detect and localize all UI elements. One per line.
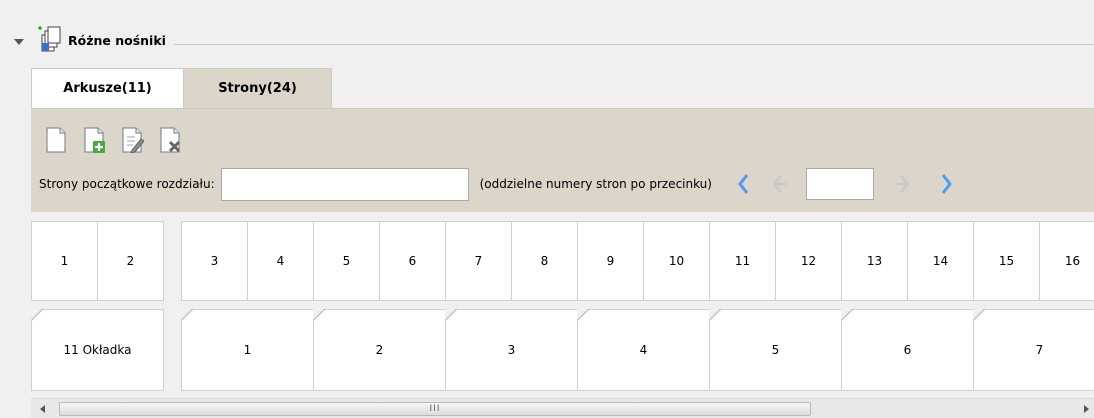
chapter-start-row: Strony początkowe rozdziału: (oddzielne … (39, 167, 958, 201)
first-page-button[interactable] (732, 169, 756, 199)
tab-bar: Arkusze(11) Strony(24) (31, 68, 332, 108)
header-divider (173, 43, 1094, 45)
arrow-right-icon (895, 175, 910, 193)
page-cell[interactable]: 1 (31, 221, 98, 301)
toolbar-panel: Strony początkowe rozdziału: (oddzielne … (31, 108, 1094, 212)
sheet-label: 6 (903, 343, 912, 357)
sheet-cell[interactable]: 5 (709, 309, 842, 391)
sheet-label: 2 (375, 343, 384, 357)
page-cell[interactable]: 8 (511, 221, 578, 301)
sheet-cell[interactable]: 2 (313, 309, 446, 391)
page-cell[interactable]: 4 (247, 221, 314, 301)
page-cell[interactable]: 15 (973, 221, 1040, 301)
horizontal-scrollbar[interactable]: III (31, 398, 1094, 418)
sheet-cell[interactable]: 1 (181, 309, 314, 391)
sheet-label: 11 Okładka (63, 343, 132, 357)
toolbar-icons (44, 127, 182, 154)
chapter-start-hint: (oddzielne numery stron po przecinku) (479, 177, 712, 191)
section-title: Różne nośniki (68, 32, 166, 48)
sheet-cell[interactable]: 3 (445, 309, 578, 391)
new-page-icon[interactable] (44, 127, 68, 153)
scroll-right-arrow-icon[interactable] (1080, 403, 1092, 415)
sheet-label: 4 (639, 343, 648, 357)
delete-page-icon[interactable] (158, 127, 182, 153)
next-page-button[interactable] (890, 169, 914, 199)
edit-page-icon[interactable] (120, 127, 145, 154)
page-number-input[interactable] (805, 168, 874, 200)
section-header: Różne nośniki (12, 22, 1094, 58)
page-cell[interactable]: 5 (313, 221, 380, 301)
sheet-cell[interactable]: 7 (973, 309, 1094, 391)
page-strip: 1 2 3 4 5 6 7 8 9 10 11 12 13 14 15 16 1… (31, 221, 1094, 391)
chevron-right-icon (941, 174, 952, 194)
mixed-media-icon (36, 25, 62, 55)
sheet-cell[interactable]: 4 (577, 309, 710, 391)
tab-sheets[interactable]: Arkusze(11) (31, 68, 184, 108)
sheet-label: 7 (1035, 343, 1044, 357)
scroll-grip: III (429, 404, 441, 414)
sheet-cell[interactable]: 11 Okładka (31, 309, 164, 391)
page-cell[interactable]: 3 (181, 221, 248, 301)
page-cell[interactable]: 14 (907, 221, 974, 301)
page-cell[interactable]: 7 (445, 221, 512, 301)
sheet-label: 3 (507, 343, 516, 357)
chapter-start-label: Strony początkowe rozdziału: (39, 177, 215, 191)
scroll-thumb[interactable]: III (59, 402, 811, 416)
sheet-label: 1 (243, 343, 252, 357)
add-page-icon[interactable] (82, 127, 106, 153)
sheet-label: 5 (771, 343, 780, 357)
page-cell[interactable]: 12 (775, 221, 842, 301)
double-chevron-left-icon (738, 174, 749, 194)
page-cell[interactable]: 10 (643, 221, 710, 301)
page-cell[interactable]: 11 (709, 221, 776, 301)
page-cell[interactable]: 2 (97, 221, 164, 301)
tab-pages[interactable]: Strony(24) (184, 68, 332, 108)
sheet-cell[interactable]: 6 (841, 309, 974, 391)
arrow-left-icon (772, 175, 786, 193)
chapter-start-input[interactable] (220, 167, 469, 201)
previous-page-button[interactable] (768, 169, 792, 199)
page-cell[interactable]: 13 (841, 221, 908, 301)
collapse-arrow-icon[interactable] (14, 39, 24, 45)
page-cell[interactable]: 6 (379, 221, 446, 301)
page-cell[interactable]: 16 (1039, 221, 1094, 301)
page-cell[interactable]: 9 (577, 221, 644, 301)
last-page-button[interactable] (934, 169, 958, 199)
scroll-left-arrow-icon[interactable] (37, 403, 49, 415)
